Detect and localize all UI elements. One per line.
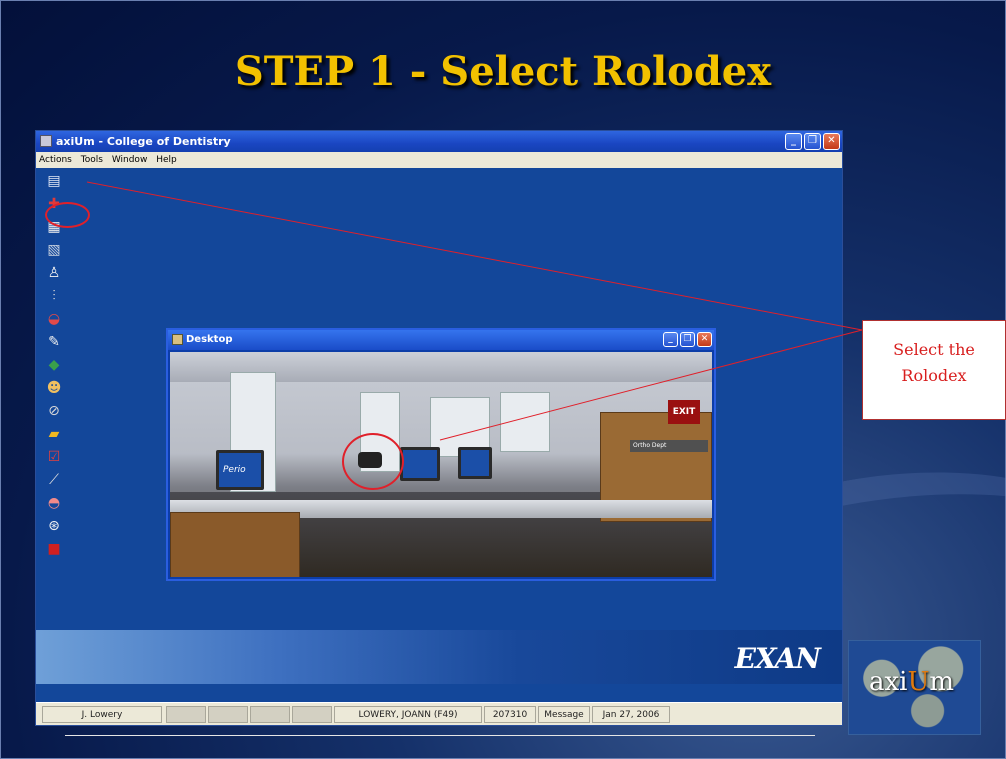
gum-icon[interactable]: ◓ [44,494,64,512]
scene-rolodex-highlight [342,433,404,490]
status-user: J. Lowery [42,706,162,723]
status-message[interactable]: Message [538,706,590,723]
exan-logo: EXAN [734,642,821,675]
calculator-icon[interactable]: ▧ [44,241,64,259]
status-empty-cell [208,706,248,723]
desktop-window-icon [172,334,183,345]
folder-icon[interactable]: ▰ [44,425,64,443]
desktop-title: Desktop [186,334,233,345]
slide-title: STEP 1 - Select Rolodex [234,48,772,95]
blue-strip [36,684,842,702]
exit-sign: EXIT [668,400,700,424]
divider-line [65,735,815,736]
callout-box: Select the Rolodex [862,320,1006,420]
clinic-3d-scene[interactable]: EXIT Ortho Dept Perio [170,352,712,577]
dentures-icon[interactable]: ◒ [44,310,64,328]
axium-app-window: axiUm - College of Dentistry _ ❐ ✕ Actio… [35,130,843,726]
status-patient: LOWERY, JOANN (F49) [334,706,482,723]
axium-logo: axiUm [848,640,981,735]
app-workspace: ▤ ✚ ▦ ▧ ♙ ⫶ ◒ ✎ ◆ ☻ ⊘ ▰ ☑ ⟋ ◓ ⊛ ■ Deskto… [36,168,842,630]
desktop-titlebar[interactable]: Desktop _ ❐ ✕ [168,330,714,350]
rolodex-highlight [45,202,90,228]
status-empty-cell [250,706,290,723]
checkbox-icon[interactable]: ☑ [44,448,64,466]
menu-actions[interactable]: Actions [36,152,75,168]
workstation-monitor[interactable] [400,447,440,481]
status-chart-number: 207310 [484,706,536,723]
settings-sliders-icon[interactable]: ⫶ [44,287,64,305]
desktop-window: Desktop _ ❐ ✕ EXIT Ortho Dept Perio [166,328,716,581]
menu-help[interactable]: Help [153,152,180,168]
axium-logo-u: U [907,667,930,697]
pen-icon[interactable]: ✎ [44,333,64,351]
ortho-dept-sign[interactable]: Ortho Dept [630,440,708,452]
desktop-restore-button[interactable]: ❐ [680,332,695,347]
status-empty-cell [292,706,332,723]
menu-tools[interactable]: Tools [78,152,106,168]
axium-logo-m: m [929,667,955,697]
compass-icon[interactable]: ⊘ [44,402,64,420]
status-bar: J. Lowery LOWERY, JOANN (F49) 207310 Mes… [36,702,842,725]
forms-icon[interactable]: ◆ [44,356,64,374]
monitor-label: Perio [223,465,246,475]
toolbar: ▤ ✚ ▦ ▧ ♙ ⫶ ◒ ✎ ◆ ☻ ⊘ ▰ ☑ ⟋ ◓ ⊛ ■ [44,172,70,563]
status-empty-cell [166,706,206,723]
axium-logo-text: axiUm [869,667,954,697]
perio-monitor[interactable]: Perio [216,450,264,490]
menu-bar: Actions Tools Window Help [36,152,842,168]
cubicle-partition [500,392,550,452]
close-button[interactable]: ✕ [823,133,840,150]
tooth-icon[interactable]: ♙ [44,264,64,282]
status-date: Jan 27, 2006 [592,706,670,723]
rolodex-icon[interactable]: ▤ [44,172,64,190]
workstation-monitor[interactable] [458,447,492,479]
briefcase-icon[interactable]: ■ [44,540,64,558]
desktop-minimize-button[interactable]: _ [663,332,678,347]
app-title: axiUm - College of Dentistry [56,135,231,148]
axium-logo-axi: axi [869,667,908,697]
app-logo-icon [40,135,52,147]
desktop-close-button[interactable]: ✕ [697,332,712,347]
minimize-button[interactable]: _ [785,133,802,150]
app-titlebar[interactable]: axiUm - College of Dentistry _ ❐ ✕ [36,131,842,152]
people-icon[interactable]: ☻ [44,379,64,397]
restore-button[interactable]: ❐ [804,133,821,150]
help-icon[interactable]: ⊛ [44,517,64,535]
drawer-cabinet [170,512,300,577]
brand-band: EXAN [36,630,842,684]
probe-icon[interactable]: ⟋ [44,471,64,489]
menu-window[interactable]: Window [109,152,151,168]
